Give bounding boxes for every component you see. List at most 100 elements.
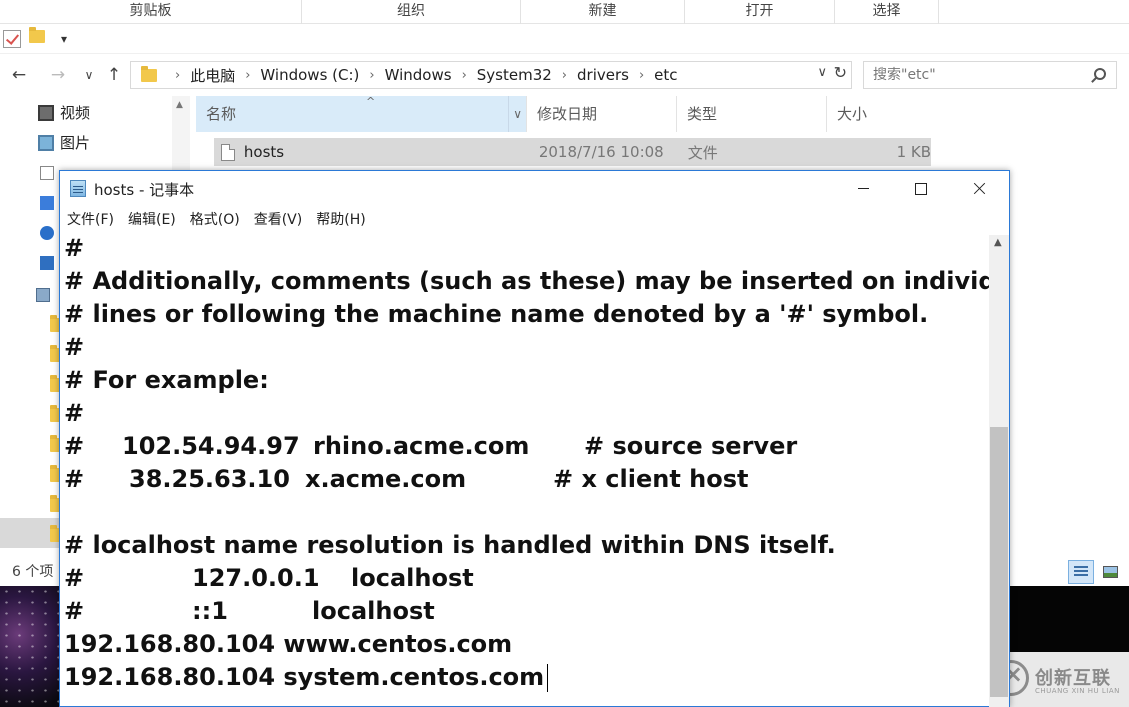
breadcrumb-windows[interactable]: Windows <box>385 66 452 84</box>
text-line: # lines or following the machine name de… <box>64 300 929 328</box>
line-ip: 38.25.63.10 <box>129 465 290 493</box>
up-arrow-icon[interactable]: ↑ <box>103 64 125 86</box>
ribbon-group-labels: 剪贴板 组织 新建 打开 选择 <box>0 0 1129 24</box>
column-header-type[interactable]: 类型 <box>677 96 827 132</box>
text-line: # ::1 localhost <box>64 595 984 628</box>
text-line: # 102.54.94.97 rhino.acme.com # source s… <box>64 430 984 463</box>
close-button[interactable] <box>956 171 1002 205</box>
breadcrumb-etc[interactable]: etc <box>654 66 677 84</box>
file-size: 1 KB <box>896 143 932 161</box>
properties-check-icon[interactable] <box>3 30 21 48</box>
line-host: rhino.acme.com <box>313 432 530 460</box>
folder-icon <box>141 65 157 82</box>
details-view-icon <box>1074 566 1088 578</box>
menu-view[interactable]: 查看(V) <box>247 207 310 233</box>
wallpaper-galaxy <box>0 586 62 707</box>
line-ip: 127.0.0.1 <box>192 564 320 592</box>
menu-help[interactable]: 帮助(H) <box>309 207 372 233</box>
large-icons-view-icon <box>1103 566 1118 578</box>
scrollbar-thumb[interactable] <box>990 427 1008 697</box>
breadcrumb-separator-icon[interactable]: › <box>639 68 644 83</box>
breadcrumb-this-pc[interactable]: 此电脑 <box>190 65 235 86</box>
sort-ascending-caret-icon: ^ <box>366 95 376 108</box>
column-header-size[interactable]: 大小 <box>827 96 931 132</box>
search-placeholder: 搜索"etc" <box>873 67 936 83</box>
vertical-scrollbar[interactable]: ▲ <box>989 235 1009 707</box>
file-type: 文件 <box>687 143 718 162</box>
ribbon-group-organize[interactable]: 组织 <box>302 0 521 24</box>
line-hash: # <box>64 465 85 493</box>
item-count: 6 个项 <box>12 564 54 580</box>
notepad-titlebar[interactable]: hosts - 记事本 <box>60 171 1009 205</box>
breadcrumb-drivers[interactable]: drivers <box>577 66 629 84</box>
refresh-icon[interactable]: ↻ <box>834 63 847 82</box>
notepad-app-icon[interactable] <box>70 180 86 197</box>
this-pc-icon[interactable] <box>36 288 50 302</box>
line-hash: # <box>64 564 85 592</box>
back-arrow-icon[interactable]: ← <box>8 64 30 86</box>
breadcrumb-separator-icon[interactable]: › <box>245 68 250 83</box>
text-line: # Additionally, comments (such as these)… <box>64 267 989 295</box>
file-row-hosts[interactable]: hosts 2018/7/16 10:08 文件 1 KB <box>214 138 931 166</box>
text-line: # 38.25.63.10 x.acme.com # x client host <box>64 463 984 496</box>
text-line-with-caret: 192.168.80.104 system.centos.com <box>64 661 549 694</box>
nav-item-pictures[interactable]: 图片 <box>38 131 90 155</box>
ribbon-group-new[interactable]: 新建 <box>521 0 685 24</box>
new-folder-icon[interactable] <box>29 27 47 48</box>
maximize-button[interactable] <box>898 171 944 205</box>
breadcrumb-system32[interactable]: System32 <box>477 66 552 84</box>
text-line: 192.168.80.104 www.centos.com <box>64 630 513 658</box>
search-input[interactable]: 搜索"etc" <box>863 61 1117 89</box>
details-view-button[interactable] <box>1068 560 1094 584</box>
line-comment: # source server <box>584 432 798 460</box>
text-line: # <box>64 235 85 262</box>
breadcrumb-separator-icon[interactable]: › <box>562 68 567 83</box>
scroll-up-arrow-icon[interactable]: ▲ <box>994 237 1002 248</box>
column-header-name[interactable]: 名称 ^ ∨ <box>196 95 527 132</box>
address-bar[interactable]: › 此电脑 › Windows (C:) › Windows › System3… <box>130 61 852 89</box>
text-line: # localhost name resolution is handled w… <box>64 531 836 559</box>
large-icons-view-button[interactable] <box>1097 560 1123 584</box>
scroll-up-arrow-icon[interactable]: ▲ <box>176 100 183 110</box>
forward-arrow-icon[interactable]: → <box>47 64 69 86</box>
column-headers: 名称 ^ ∨ 修改日期 类型 大小 <box>196 95 931 132</box>
line-host: localhost <box>351 564 474 592</box>
menu-format[interactable]: 格式(O) <box>183 207 247 233</box>
text-editor-area[interactable]: # # Additionally, comments (such as thes… <box>60 235 989 707</box>
wallpaper-dark <box>1010 586 1129 652</box>
music-icon[interactable] <box>40 226 54 240</box>
breadcrumb-separator-icon[interactable]: › <box>175 68 180 83</box>
breadcrumb-separator-icon[interactable]: › <box>462 68 467 83</box>
nav-item-label: 图片 <box>60 134 91 152</box>
search-icon[interactable] <box>1094 68 1106 80</box>
ribbon-group-select[interactable]: 选择 <box>835 0 939 24</box>
quick-access-toolbar: ▾ <box>0 24 1129 54</box>
videos-icon <box>38 105 54 121</box>
notepad-menubar: 文件(F) 编辑(E) 格式(O) 查看(V) 帮助(H) <box>60 207 1009 233</box>
line-ip: 102.54.94.97 <box>122 432 300 460</box>
line-hash: # <box>64 432 85 460</box>
address-history-chevron-icon[interactable]: ∨ <box>817 65 827 80</box>
ribbon-group-clipboard[interactable]: 剪贴板 <box>0 0 302 24</box>
ribbon-group-open[interactable]: 打开 <box>685 0 835 24</box>
text-line: # 127.0.0.1 localhost <box>64 562 984 595</box>
text-line: # For example: <box>64 366 269 394</box>
menu-edit[interactable]: 编辑(E) <box>121 207 183 233</box>
desktop-icon[interactable] <box>40 256 54 270</box>
text-line: # <box>64 333 85 361</box>
column-filter-chevron-icon[interactable]: ∨ <box>508 96 522 132</box>
breadcrumb-separator-icon[interactable]: › <box>369 68 374 83</box>
text-line: # <box>64 399 85 427</box>
breadcrumb-c-drive[interactable]: Windows (C:) <box>260 66 359 84</box>
recent-locations-chevron-icon[interactable]: ∨ <box>78 64 100 86</box>
watermark-subtitle: CHUANG XIN HU LIAN <box>1035 687 1120 695</box>
qat-dropdown-icon[interactable]: ▾ <box>55 30 73 48</box>
minimize-button[interactable] <box>840 171 886 205</box>
line-hash: # <box>64 597 85 625</box>
notepad-window: hosts - 记事本 文件(F) 编辑(E) 格式(O) 查看(V) 帮助(H… <box>59 170 1010 707</box>
documents-icon[interactable] <box>40 166 54 180</box>
downloads-icon[interactable] <box>40 196 54 210</box>
nav-item-videos[interactable]: 视频 <box>38 101 90 125</box>
column-header-date[interactable]: 修改日期 <box>527 96 677 132</box>
menu-file[interactable]: 文件(F) <box>60 207 121 233</box>
